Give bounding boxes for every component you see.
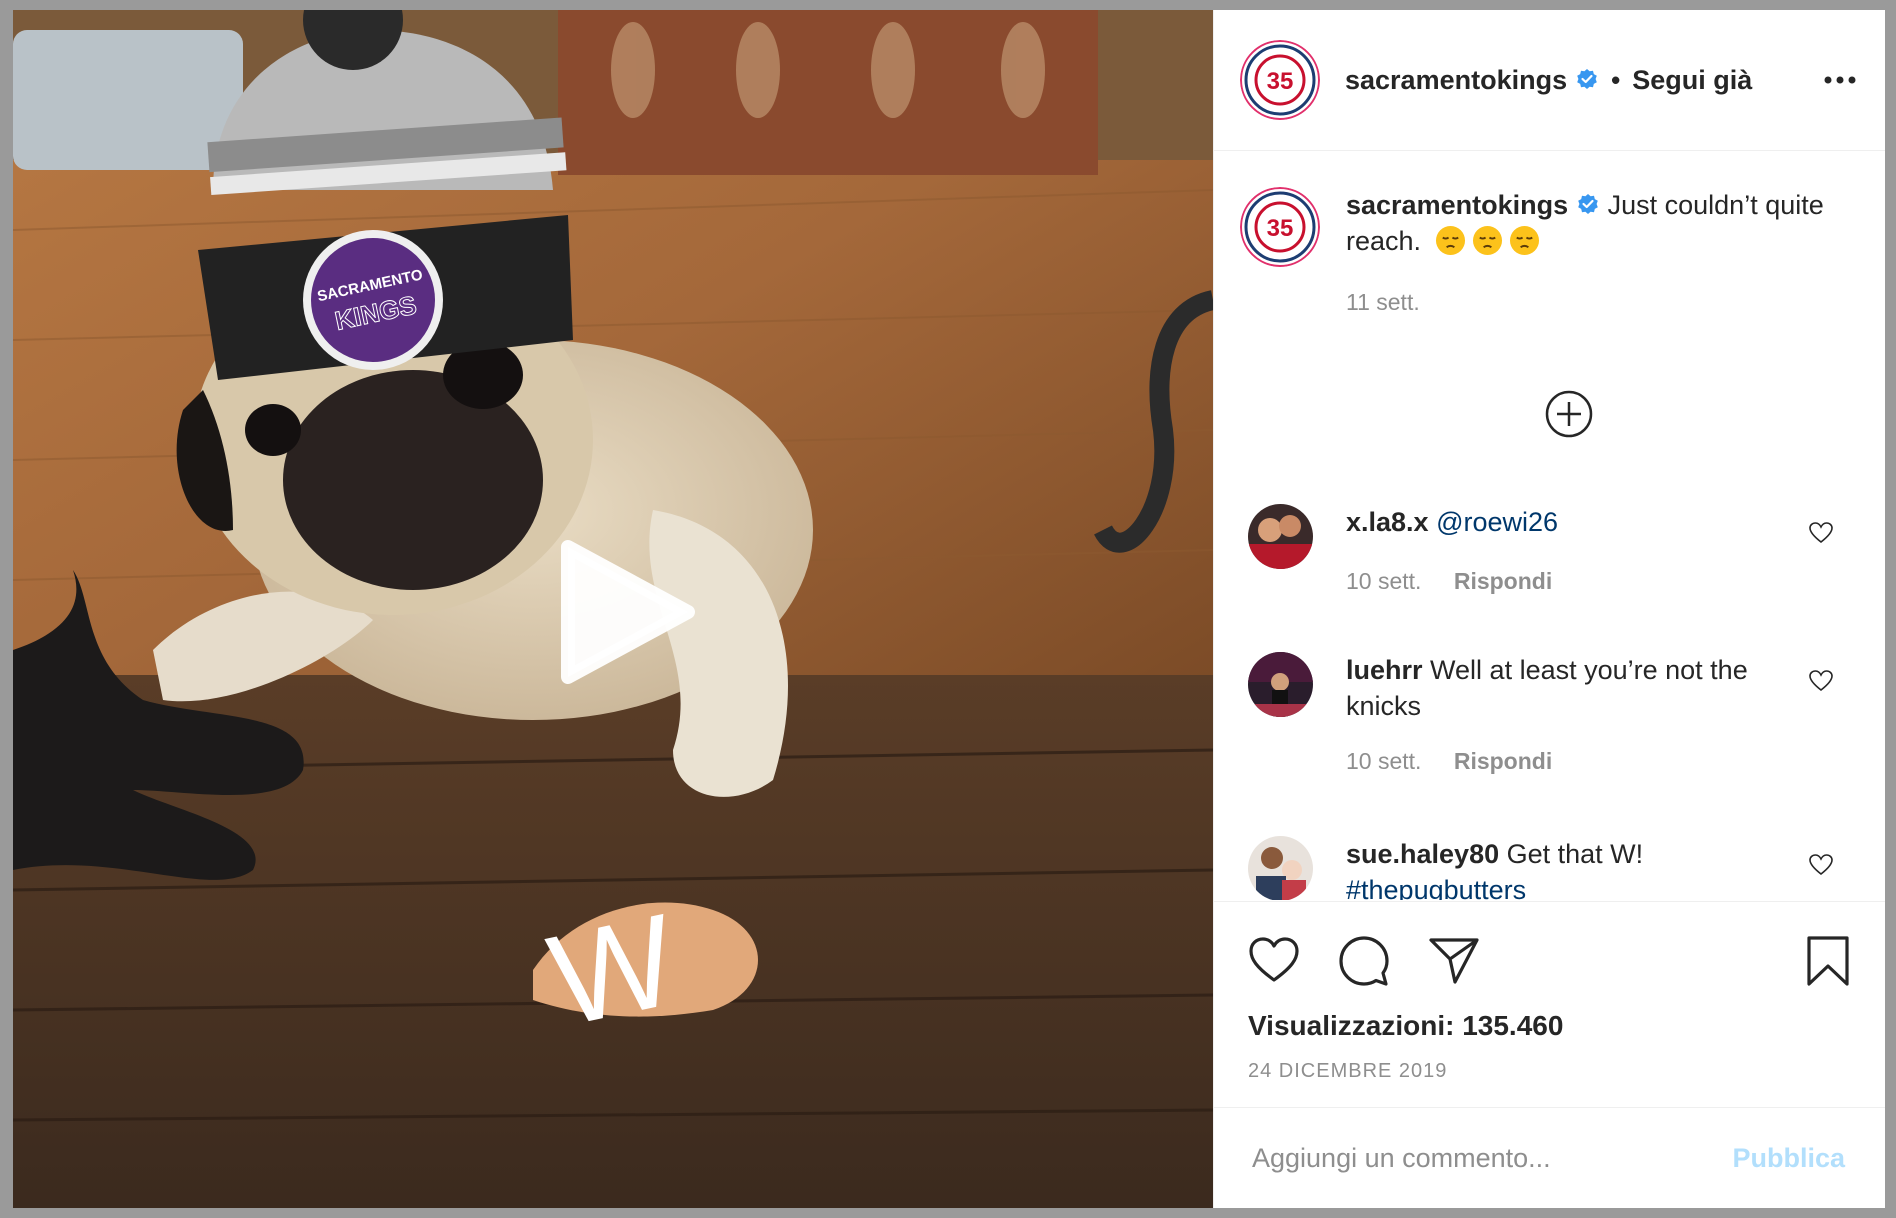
comment-body: luehrr Well at least you’re not the knic… <box>1346 652 1806 724</box>
comment-username[interactable]: luehrr <box>1346 655 1423 685</box>
bookmark-icon[interactable] <box>1805 935 1851 987</box>
post-modal: W SACRAMENTO KINGS 35 sacramentokings • … <box>13 10 1885 1208</box>
comment-timestamp[interactable]: 10 sett. <box>1346 748 1421 774</box>
header-separator: • <box>1611 64 1621 95</box>
reply-button[interactable]: Rispondi <box>1454 748 1552 774</box>
comment-heart-icon[interactable] <box>1808 520 1834 546</box>
author-username[interactable]: sacramentokings <box>1345 65 1567 96</box>
view-count[interactable]: Visualizzazioni: 135.460 <box>1248 1010 1563 1042</box>
comment-body: x.la8.x @roewi26 <box>1346 504 1806 540</box>
comment-username[interactable]: x.la8.x <box>1346 507 1429 537</box>
comment-meta: 10 sett. Rispondi <box>1346 568 1552 595</box>
comment-input[interactable] <box>1252 1142 1733 1174</box>
comment-heart-icon[interactable] <box>1808 668 1834 694</box>
post-video[interactable]: W SACRAMENTO KINGS <box>13 10 1213 1208</box>
comment-bubble-icon[interactable] <box>1338 935 1390 987</box>
avatar-badge-text: 35 <box>1267 68 1294 95</box>
comment-mention[interactable]: @roewi26 <box>1436 507 1558 537</box>
actions-divider <box>1214 901 1885 902</box>
paper-plane-icon[interactable] <box>1428 935 1480 987</box>
reply-button[interactable]: Rispondi <box>1454 568 1552 594</box>
caption-timestamp[interactable]: 11 sett. <box>1346 289 1420 316</box>
comment-username[interactable]: sue.haley80 <box>1346 839 1499 869</box>
comment-heart-icon[interactable] <box>1808 852 1834 878</box>
post-caption: 35 sacramentokings Just couldn’t quite r… <box>1240 187 1860 315</box>
pensive-face-emoji-icon <box>1435 225 1465 256</box>
caption-text-block: sacramentokings Just couldn’t quite reac… <box>1346 187 1860 267</box>
comment-text: Get that W! <box>1506 839 1644 869</box>
comments-list[interactable]: 35 sacramentokings Just couldn’t quite r… <box>1214 152 1885 900</box>
play-icon[interactable] <box>558 537 698 687</box>
post-date[interactable]: 24 DICEMBRE 2019 <box>1248 1060 1447 1083</box>
heart-icon[interactable] <box>1248 935 1300 987</box>
commenter-avatar[interactable] <box>1248 836 1313 900</box>
commenter-avatar[interactable] <box>1248 652 1313 717</box>
commenter-avatar[interactable] <box>1248 504 1313 569</box>
verified-badge-icon <box>1577 69 1597 89</box>
author-avatar[interactable]: 35 <box>1240 40 1320 120</box>
comment-timestamp[interactable]: 10 sett. <box>1346 568 1421 594</box>
comment-meta: 10 sett. Rispondi <box>1346 748 1552 775</box>
caption-avatar-badge-text: 35 <box>1267 215 1294 242</box>
post-side-panel: 35 sacramentokings • Segui già 35 sacram… <box>1213 10 1885 1208</box>
action-bar <box>1248 935 1851 991</box>
comment-body: sue.haley80 Get that W! #thepugbutters <box>1346 836 1806 900</box>
publish-button[interactable]: Pubblica <box>1732 1143 1845 1174</box>
post-header: 35 sacramentokings • Segui già <box>1214 10 1885 151</box>
pensive-face-emoji-icon <box>1472 225 1502 256</box>
more-options-icon[interactable] <box>1823 74 1857 86</box>
caption-author-avatar[interactable]: 35 <box>1240 187 1320 267</box>
comment-hashtag[interactable]: #thepugbutters <box>1346 872 1806 900</box>
plus-circle-icon[interactable] <box>1544 389 1594 439</box>
pensive-face-emoji-icon <box>1509 225 1539 256</box>
caption-username[interactable]: sacramentokings <box>1346 190 1568 220</box>
following-button[interactable]: Segui già <box>1632 65 1752 96</box>
comment-composer: Pubblica <box>1214 1107 1885 1208</box>
verified-badge-icon <box>1578 194 1598 214</box>
